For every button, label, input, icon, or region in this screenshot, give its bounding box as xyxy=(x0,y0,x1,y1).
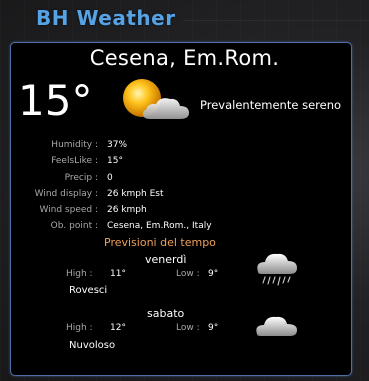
detail-label: Wind speed : xyxy=(39,205,98,216)
forecast-low-label: Low : xyxy=(176,323,200,333)
forecast-low-label: Low : xyxy=(176,269,200,279)
detail-label: FeelsLike : xyxy=(51,156,98,167)
detail-value: 0 xyxy=(107,172,113,183)
detail-row-feelslike: FeelsLike : 15° xyxy=(20,153,212,169)
detail-row-humidity: Humidity : 37% xyxy=(20,137,212,153)
forecast-description: Nuvoloso xyxy=(69,340,116,351)
forecast-low-value: 9° xyxy=(208,323,219,333)
detail-label: Ob. point : xyxy=(50,221,98,232)
detail-row-ob-point: Ob. point : Cesena, Em.Rom., Italy xyxy=(20,218,212,234)
detail-label: Humidity : xyxy=(51,140,98,150)
detail-value: Cesena, Em.Rom., Italy xyxy=(107,221,212,232)
cloud-icon xyxy=(256,316,297,336)
detail-row-precip: Precip : 0 xyxy=(20,170,212,186)
city-name: Cesena, Em.Rom. xyxy=(89,46,280,70)
detail-value: 37% xyxy=(107,140,128,150)
forecast-high-label: High : xyxy=(66,323,93,333)
forecast-description: Rovesci xyxy=(69,285,108,296)
detail-label: Wind display : xyxy=(34,188,98,199)
detail-value: 15° xyxy=(107,156,123,167)
sun-behind-cloud-icon xyxy=(123,79,189,119)
current-temperature: 15° xyxy=(18,76,93,125)
forecast-high-value: 11° xyxy=(110,269,126,279)
detail-row-wind-speed: Wind speed : 26 kmph xyxy=(20,202,212,218)
rain-cloud-icon xyxy=(257,253,297,286)
forecast-day-name: venerdì xyxy=(145,253,187,266)
title-divider xyxy=(183,20,369,21)
detail-value: 26 kmph Est xyxy=(107,188,164,199)
forecast-low-value: 9° xyxy=(208,269,219,279)
forecast-heading: Previsioni del tempo xyxy=(104,236,216,249)
app-title: BH Weather xyxy=(36,6,176,30)
forecast-high-value: 12° xyxy=(110,323,126,333)
forecast-high-label: High : xyxy=(66,269,93,279)
current-condition: Prevalentemente sereno xyxy=(200,98,342,112)
detail-row-wind-display: Wind display : 26 kmph Est xyxy=(20,186,212,202)
detail-value: 26 kmph xyxy=(107,205,147,216)
forecast-day-name: sabato xyxy=(147,307,185,320)
detail-label: Precip : xyxy=(64,172,98,183)
details-list: Humidity : 37% FeelsLike : 15° Precip : … xyxy=(20,137,212,235)
